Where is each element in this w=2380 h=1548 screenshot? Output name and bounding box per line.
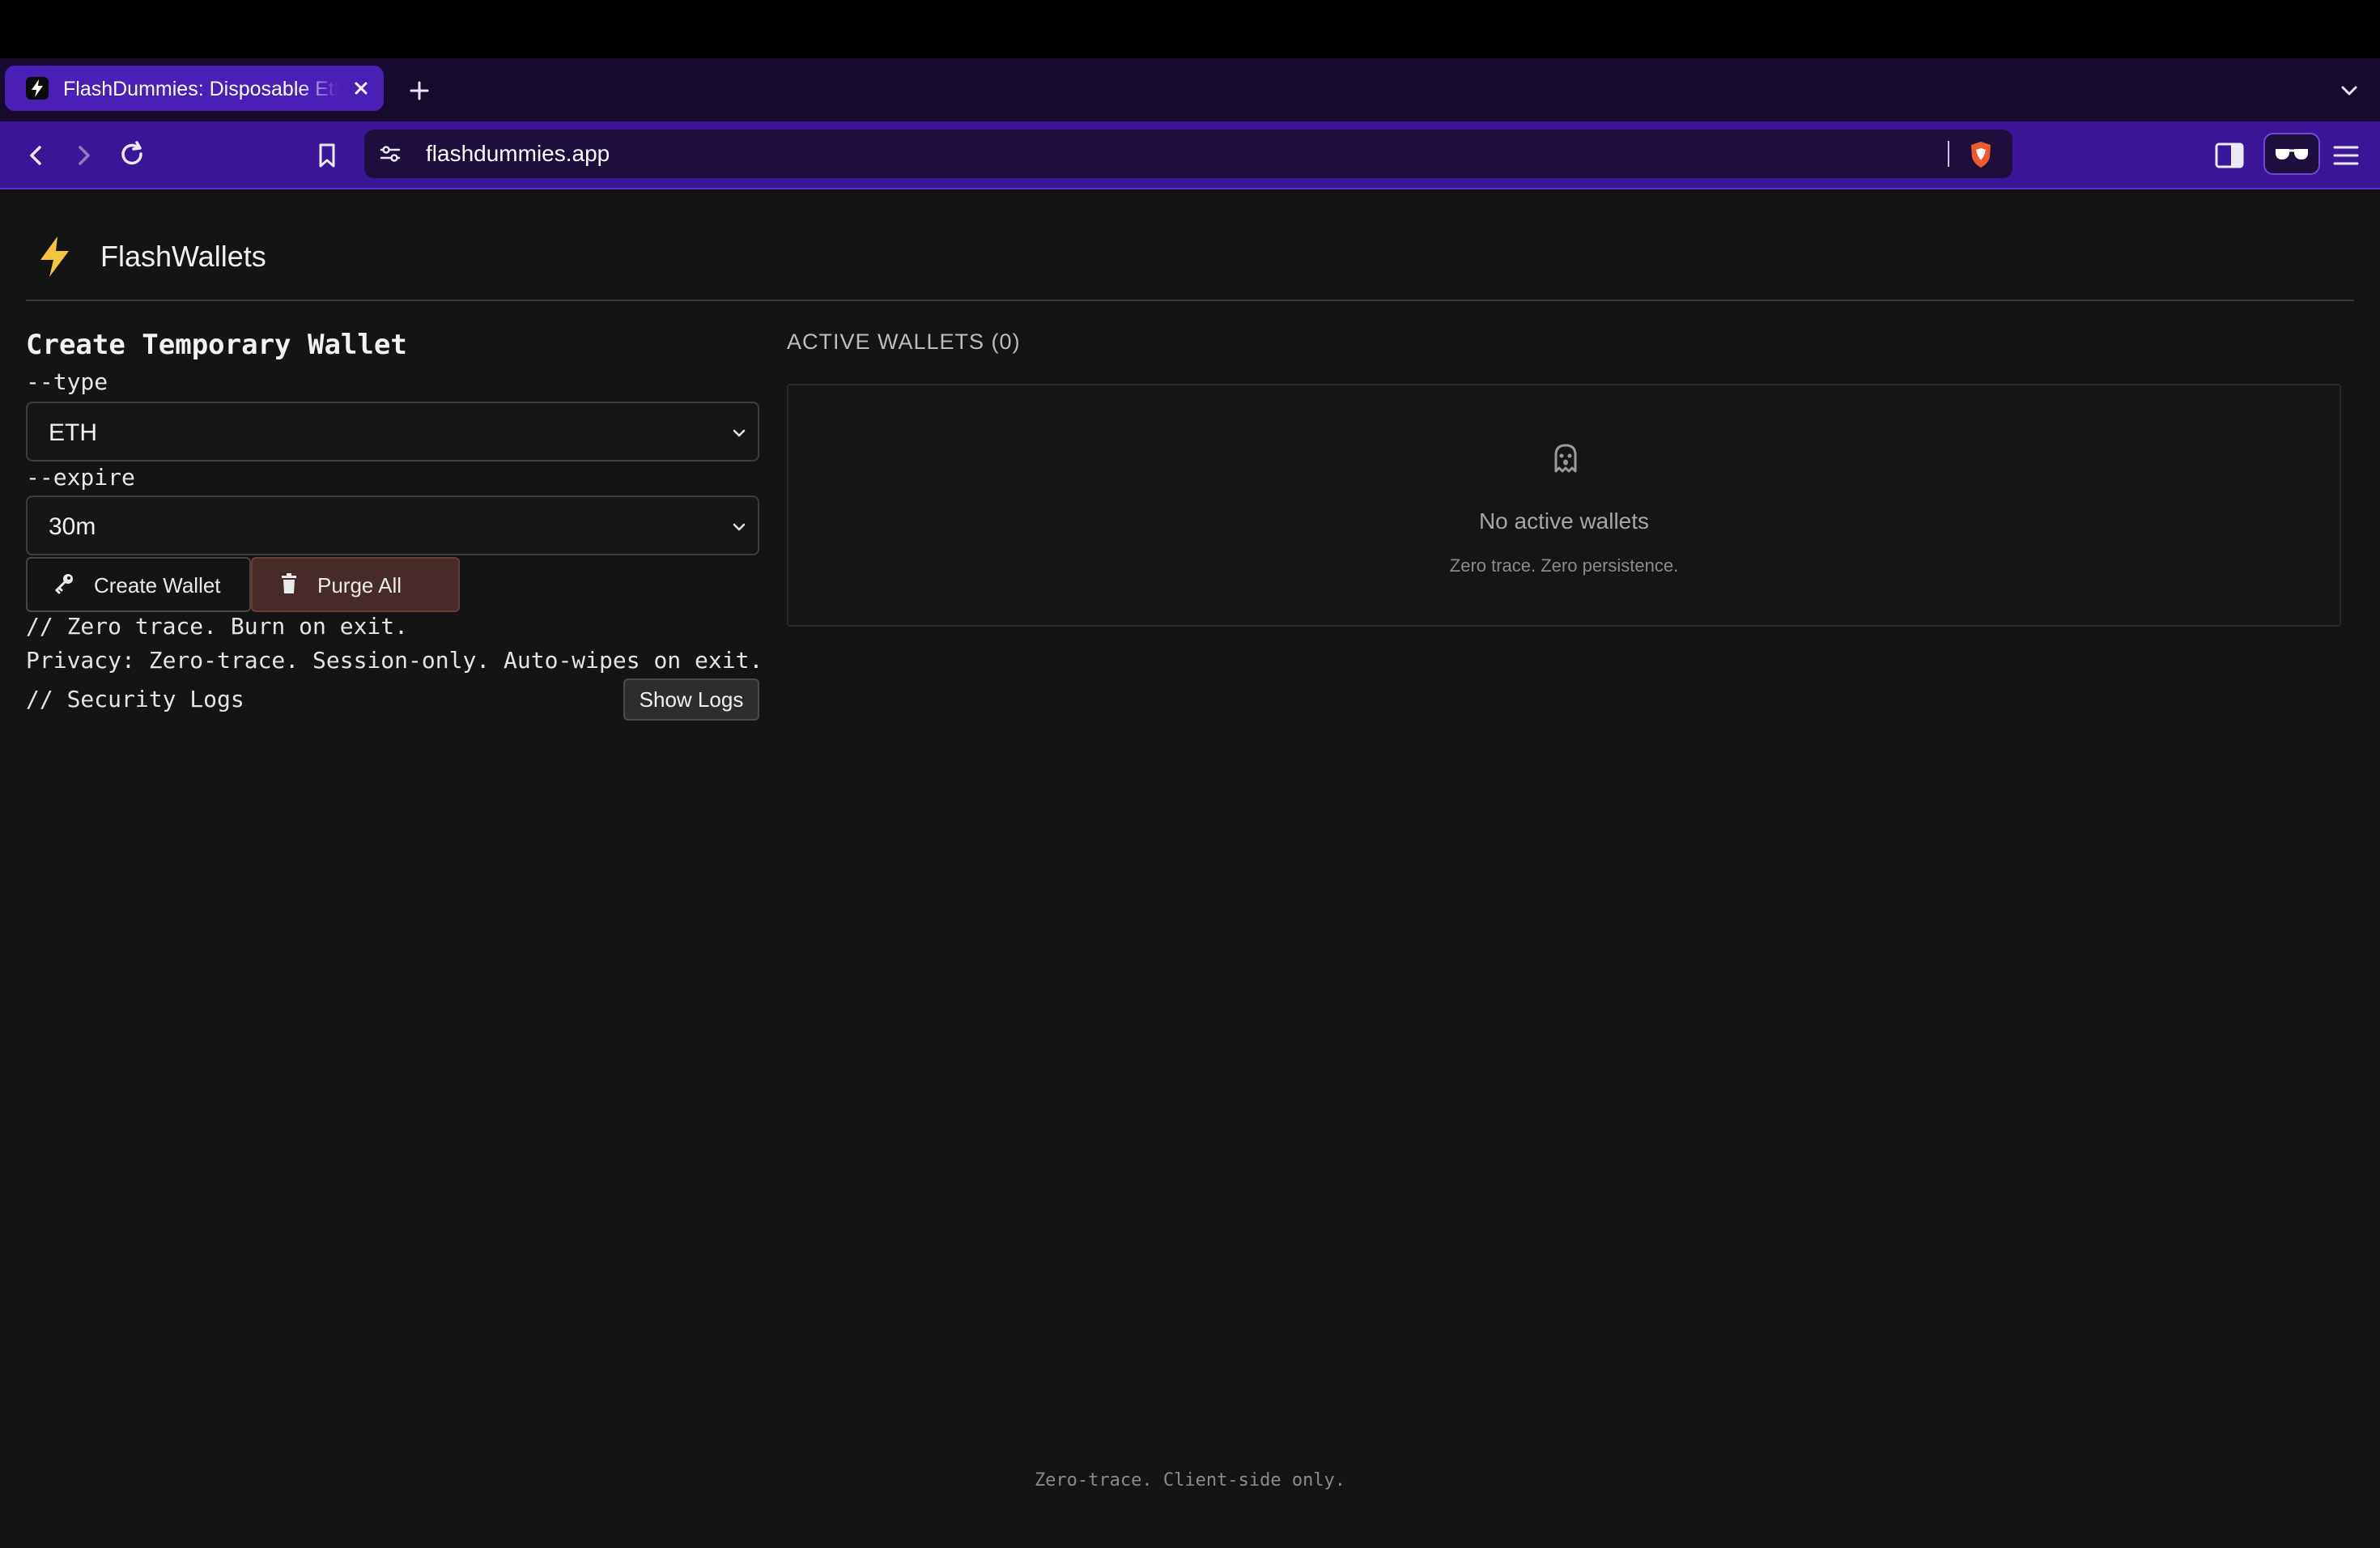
active-wallets-header: ACTIVE WALLETS (0): [787, 330, 1021, 354]
sidebar-icon[interactable]: [2213, 141, 2246, 170]
sunglasses-icon[interactable]: [2263, 133, 2320, 175]
browser-toolbar: flashdummies.app: [0, 121, 2380, 189]
footer-text: Zero-trace. Client-side only.: [1034, 1470, 1346, 1491]
key-icon: [52, 572, 76, 596]
empty-state-subtitle: Zero trace. Zero persistence.: [1449, 555, 1679, 576]
app-title: FlashWallets: [100, 240, 266, 273]
chevron-down-icon: [729, 423, 750, 444]
type-select-value: ETH: [49, 419, 97, 446]
expire-label: --expire: [26, 464, 135, 491]
trace-note: // Zero trace. Burn on exit.: [26, 613, 409, 640]
type-label: --type: [26, 368, 108, 395]
brave-shield-icon[interactable]: [1966, 139, 1996, 170]
privacy-note: Privacy: Zero-trace. Session-only. Auto-…: [26, 647, 763, 674]
hamburger-icon[interactable]: [2330, 139, 2362, 172]
expire-select[interactable]: 30m: [26, 495, 759, 555]
create-wallet-button[interactable]: Create Wallet: [26, 557, 251, 612]
chevron-right-icon[interactable]: [66, 138, 102, 173]
type-select[interactable]: ETH: [26, 402, 759, 461]
address-divider: [1948, 141, 1949, 167]
url-text: flashdummies.app: [426, 141, 610, 166]
show-logs-button[interactable]: Show Logs: [623, 678, 759, 721]
trash-icon: [277, 572, 301, 596]
tune-icon[interactable]: [377, 141, 403, 167]
create-wallet-label: Create Wallet: [94, 573, 221, 598]
app-header: FlashWallets: [26, 209, 2354, 301]
new-tab-icon[interactable]: [405, 76, 434, 105]
tab-title: FlashDummies: Disposable Ethereum Wallet…: [63, 78, 338, 100]
system-top-bar: [0, 0, 2380, 58]
purge-all-label: Purge All: [317, 573, 402, 598]
close-tab-icon[interactable]: [348, 75, 374, 101]
bookmark-icon[interactable]: [309, 138, 345, 173]
tab-strip: FlashDummies: Disposable Ethereum Wallet…: [0, 58, 2380, 121]
chevron-down-icon: [729, 517, 750, 538]
expire-select-value: 30m: [49, 513, 96, 540]
empty-state: No active wallets Zero trace. Zero persi…: [787, 384, 2341, 627]
lightning-logo-icon: [36, 235, 73, 279]
active-tab[interactable]: FlashDummies: Disposable Ethereum Wallet…: [5, 66, 384, 111]
address-bar[interactable]: flashdummies.app: [364, 130, 2012, 178]
bolt-favicon-icon: [26, 77, 49, 100]
purge-all-button[interactable]: Purge All: [251, 557, 460, 612]
panel-heading: Create Temporary Wallet: [26, 329, 407, 361]
ghost-icon: [1548, 440, 1583, 476]
tab-list-chevron-icon[interactable]: [2336, 78, 2362, 104]
empty-state-title: No active wallets: [1478, 508, 1650, 534]
chevron-left-icon[interactable]: [18, 138, 53, 173]
reload-icon[interactable]: [115, 138, 151, 173]
security-logs-label: // Security Logs: [26, 686, 244, 712]
